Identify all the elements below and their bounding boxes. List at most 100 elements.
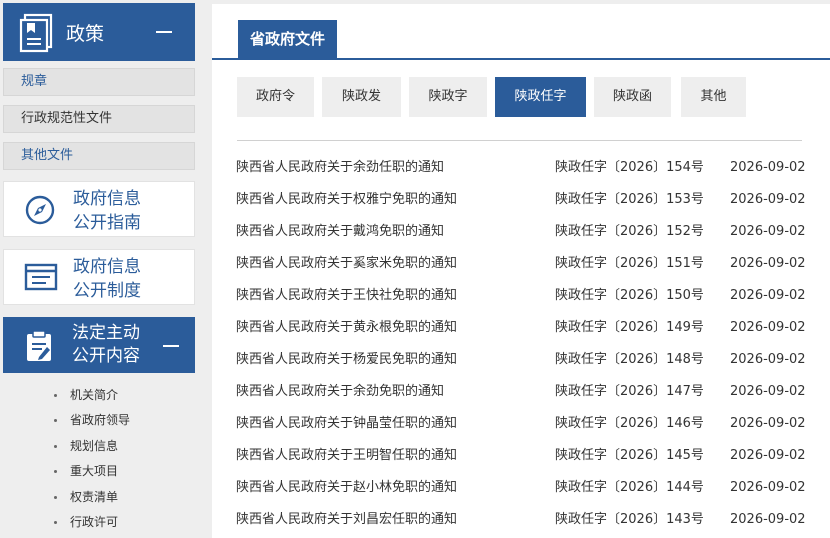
doc-number: 陕政任字〔2026〕149号 <box>555 320 704 335</box>
doc-number: 陕政任字〔2026〕152号 <box>555 224 704 239</box>
doc-date: 2026-09-02 <box>730 512 806 527</box>
doc-date: 2026-09-02 <box>730 192 806 207</box>
doc-title[interactable]: 陕西省人民政府关于杨爱民免职的通知 <box>236 344 457 376</box>
sublist-item-label: 权责清单 <box>70 490 119 504</box>
doc-title[interactable]: 陕西省人民政府关于戴鸿免职的通知 <box>236 216 444 248</box>
main-panel: 省政府文件 政府令 陕政发 陕政字 陕政任字 陕政函 其他 陕西省人民政府关于余… <box>212 4 830 538</box>
list-item[interactable]: 陕西省人民政府关于奚家米免职的通知 陕政任字〔2026〕151号 2026-09-0… <box>212 248 830 280</box>
sublist-item-label: 规划信息 <box>70 439 119 453</box>
filter-button[interactable]: 政府令 <box>237 77 314 117</box>
doc-number: 陕政任字〔2026〕147号 <box>555 384 704 399</box>
bullet-icon <box>54 470 57 473</box>
card-disclosure-guide[interactable]: 政府信息 公开指南 <box>3 181 195 237</box>
doc-number: 陕政任字〔2026〕144号 <box>555 480 704 495</box>
sublist-item-label: 行政许可 <box>70 515 119 529</box>
bullet-icon <box>54 394 57 397</box>
sublist-item[interactable]: 省政府领导 <box>54 407 130 433</box>
tab-provincial-documents[interactable]: 省政府文件 <box>238 20 338 58</box>
list-item[interactable]: 陕西省人民政府关于余劲任职的通知 陕政任字〔2026〕154号 2026-09-02 <box>212 152 830 184</box>
list-item[interactable]: 陕西省人民政府关于王明智任职的通知 陕政任字〔2026〕145号 2026-09-0… <box>212 440 830 472</box>
card-title-line: 政府信息 <box>73 189 141 209</box>
doc-number: 陕政任字〔2026〕151号 <box>555 256 704 271</box>
doc-date: 2026-09-02 <box>730 288 806 303</box>
sublist-item-label: 重大项目 <box>70 464 119 478</box>
policy-header[interactable]: 政策 <box>3 3 195 61</box>
sublist-item[interactable]: 权责清单 <box>54 484 118 510</box>
filter-button[interactable]: 其他 <box>681 77 746 117</box>
card-title-line: 政府信息 <box>73 257 141 277</box>
filter-button-active[interactable]: 陕政任字 <box>495 77 586 117</box>
list-item[interactable]: 陕西省人民政府关于刘昌宏任职的通知 陕政任字〔2026〕143号 2026-09-0… <box>212 504 830 536</box>
sublist-item-label: 省政府领导 <box>70 413 131 427</box>
doc-date: 2026-09-02 <box>730 416 806 431</box>
bullet-icon <box>54 445 57 448</box>
statutory-title: 法定主动 公开内容 <box>72 322 140 368</box>
compass-icon <box>24 194 56 230</box>
doc-title[interactable]: 陕西省人民政府关于赵小林免职的通知 <box>236 472 457 504</box>
list-item[interactable]: 陕西省人民政府关于黄永根免职的通知 陕政任字〔2026〕149号 2026-09-0… <box>212 312 830 344</box>
doc-title[interactable]: 陕西省人民政府关于王快社免职的通知 <box>236 280 457 312</box>
card-title: 政府信息 公开制度 <box>73 255 183 303</box>
list-item[interactable]: 陕西省人民政府关于权雅宁免职的通知 陕政任字〔2026〕153号 2026-09-0… <box>212 184 830 216</box>
sublist-item[interactable]: 行政许可 <box>54 509 118 535</box>
doc-number: 陕政任字〔2026〕154号 <box>555 160 704 175</box>
sidebar-link-normative-docs[interactable]: 行政规范性文件 <box>3 105 195 133</box>
list-item[interactable]: 陕西省人民政府关于王快社免职的通知 陕政任字〔2026〕150号 2026-09-0… <box>212 280 830 312</box>
sidebar-link-other-docs[interactable]: 其他文件 <box>3 142 195 170</box>
list-item[interactable]: 陕西省人民政府关于杨爱民免职的通知 陕政任字〔2026〕148号 2026-09-0… <box>212 344 830 376</box>
doc-date: 2026-09-02 <box>730 448 806 463</box>
list-item[interactable]: 陕西省人民政府关于钟晶莹任职的通知 陕政任字〔2026〕146号 2026-09-0… <box>212 408 830 440</box>
doc-title[interactable]: 陕西省人民政府关于钟晶莹任职的通知 <box>236 408 457 440</box>
doc-number: 陕政任字〔2026〕153号 <box>555 192 704 207</box>
doc-date: 2026-09-02 <box>730 352 806 367</box>
list-item[interactable]: 陕西省人民政府关于余劲免职的通知 陕政任字〔2026〕147号 2026-09-02 <box>212 376 830 408</box>
doc-title[interactable]: 陕西省人民政府关于余劲任职的通知 <box>236 152 444 184</box>
sublist-item-label: 机关简介 <box>70 388 119 402</box>
doc-date: 2026-09-02 <box>730 256 806 271</box>
doc-number: 陕政任字〔2026〕146号 <box>555 416 704 431</box>
doc-date: 2026-09-02 <box>730 160 806 175</box>
doc-date: 2026-09-02 <box>730 384 806 399</box>
sublist-item[interactable]: 重大项目 <box>54 458 118 484</box>
card-title-line: 公开制度 <box>73 281 141 301</box>
list-item[interactable]: 陕西省人民政府关于赵小林免职的通知 陕政任字〔2026〕144号 2026-09-0… <box>212 472 830 504</box>
clipboard-icon <box>25 330 53 366</box>
list-icon <box>24 262 58 296</box>
card-title-line: 公开指南 <box>73 213 141 233</box>
sidebar-link-rules[interactable]: 规章 <box>3 68 195 96</box>
doc-date: 2026-09-02 <box>730 320 806 335</box>
minus-icon[interactable] <box>163 345 179 347</box>
card-title: 政府信息 公开指南 <box>73 187 183 235</box>
minus-icon[interactable] <box>156 31 172 33</box>
document-icon <box>19 13 55 57</box>
doc-title[interactable]: 陕西省人民政府关于王明智任职的通知 <box>236 440 457 472</box>
bullet-icon <box>54 496 57 499</box>
list-item[interactable]: 陕西省人民政府关于戴鸿免职的通知 陕政任字〔2026〕152号 2026-09-02 <box>212 216 830 248</box>
tab-underline <box>212 58 830 60</box>
doc-date: 2026-09-02 <box>730 224 806 239</box>
doc-title[interactable]: 陕西省人民政府关于权雅宁免职的通知 <box>236 184 457 216</box>
sidebar: 政策 规章 行政规范性文件 其他文件 政府信息 公开指南 政府信息 公开制度 法… <box>0 0 199 538</box>
statutory-title-line: 法定主动 <box>72 323 140 343</box>
doc-title[interactable]: 陕西省人民政府关于余劲免职的通知 <box>236 376 444 408</box>
doc-number: 陕政任字〔2026〕145号 <box>555 448 704 463</box>
filter-button[interactable]: 陕政函 <box>594 77 671 117</box>
doc-number: 陕政任字〔2026〕143号 <box>555 512 704 527</box>
sublist-item[interactable]: 机关简介 <box>54 382 118 408</box>
filter-button[interactable]: 陕政字 <box>409 77 487 117</box>
divider <box>237 140 802 141</box>
statutory-title-line: 公开内容 <box>72 346 140 366</box>
doc-number: 陕政任字〔2026〕148号 <box>555 352 704 367</box>
doc-number: 陕政任字〔2026〕150号 <box>555 288 704 303</box>
doc-title[interactable]: 陕西省人民政府关于黄永根免职的通知 <box>236 312 457 344</box>
card-disclosure-system[interactable]: 政府信息 公开制度 <box>3 249 195 305</box>
doc-date: 2026-09-02 <box>730 480 806 495</box>
bullet-icon <box>54 419 57 422</box>
statutory-header[interactable]: 法定主动 公开内容 <box>3 317 195 373</box>
filter-button[interactable]: 陕政发 <box>322 77 401 117</box>
policy-title: 政策 <box>66 23 105 45</box>
doc-title[interactable]: 陕西省人民政府关于奚家米免职的通知 <box>236 248 457 280</box>
doc-title[interactable]: 陕西省人民政府关于刘昌宏任职的通知 <box>236 504 457 536</box>
sublist-item[interactable]: 规划信息 <box>54 433 118 459</box>
bullet-icon <box>54 521 57 524</box>
